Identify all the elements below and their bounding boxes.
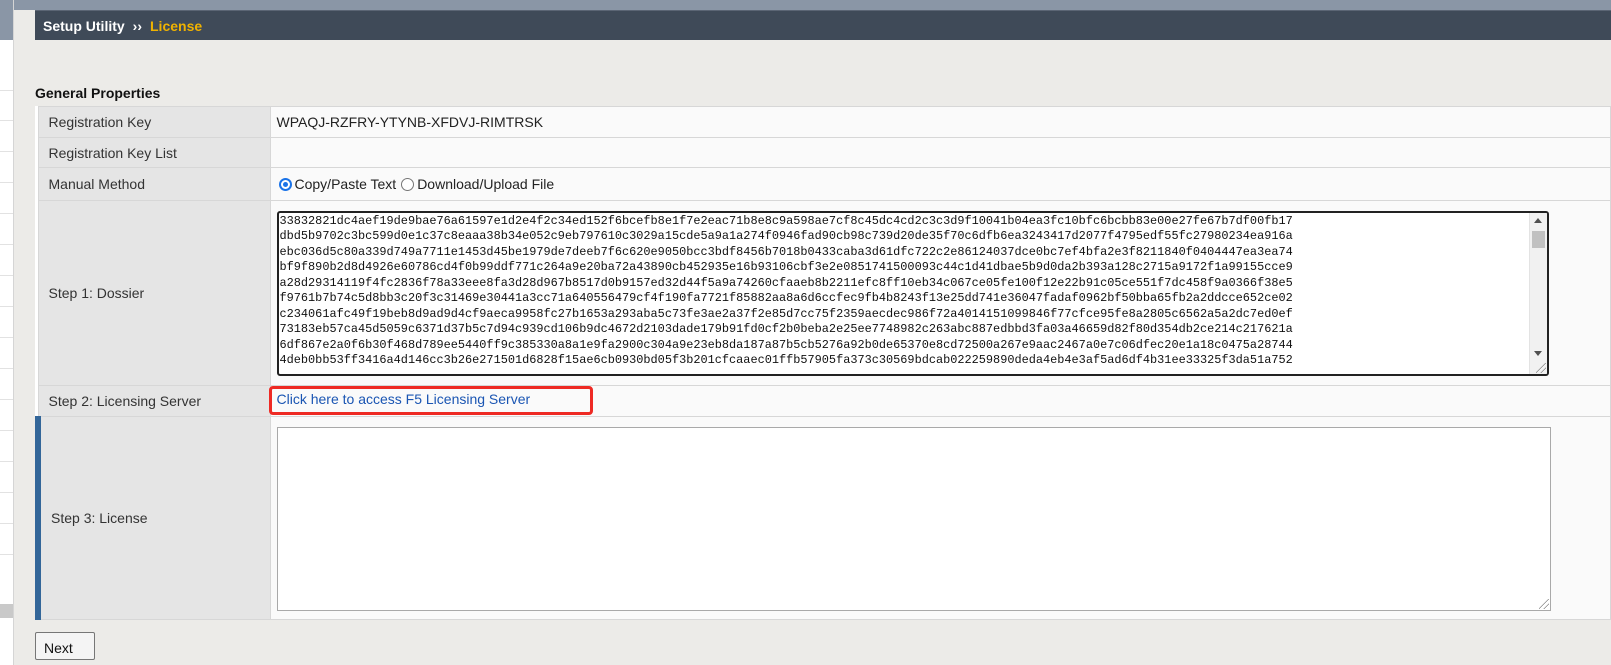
- registration-key-row: Registration Key WPAQJ-RZFRY-YTYNB-XFDVJ…: [37, 106, 1611, 138]
- dossier-label: Step 1: Dossier: [37, 200, 271, 386]
- manual-method-label: Manual Method: [37, 167, 271, 201]
- license-label: Step 3: License: [35, 416, 271, 620]
- scroll-up-icon[interactable]: [1533, 217, 1542, 223]
- dossier-scrollbar[interactable]: [1528, 212, 1547, 374]
- registration-key-list-value: [269, 137, 1611, 168]
- licensing-server-cell: Click here to access F5 Licensing Server: [268, 385, 1611, 417]
- license-textarea[interactable]: [276, 427, 1551, 611]
- license-resize-grip-icon[interactable]: [1538, 599, 1549, 609]
- license-row: Step 3: License: [35, 416, 1611, 620]
- breadcrumb-current: License: [150, 17, 203, 34]
- licensing-server-link[interactable]: Click here to access F5 Licensing Server: [277, 391, 531, 407]
- licensing-server-row: Step 2: Licensing Server Click here to a…: [37, 385, 1611, 417]
- copy-paste-radio[interactable]: [278, 177, 292, 191]
- registration-key-label: Registration Key: [37, 106, 271, 138]
- dossier-row: Step 1: Dossier 33832821dc4aef19de9bae76…: [37, 200, 1611, 386]
- dossier-text[interactable]: 33832821dc4aef19de9bae76a61597e1d2e4f2c3…: [279, 213, 1532, 374]
- registration-key-value: WPAQJ-RZFRY-YTYNB-XFDVJ-RIMTRSK: [269, 106, 1611, 138]
- licensing-server-label: Step 2: Licensing Server: [37, 385, 271, 417]
- breadcrumb-separator: ››: [132, 17, 142, 34]
- highlight-box: Click here to access F5 Licensing Server: [268, 385, 594, 415]
- dossier-cell: 33832821dc4aef19de9bae76a61597e1d2e4f2c3…: [269, 200, 1611, 386]
- download-upload-radio[interactable]: [401, 177, 415, 191]
- registration-key-list-label: Registration Key List: [37, 137, 271, 168]
- scroll-thumb[interactable]: [1531, 230, 1545, 248]
- breadcrumb: Setup Utility ›› License: [35, 10, 1611, 40]
- license-cell: [269, 416, 1611, 620]
- general-properties-table: Registration Key WPAQJ-RZFRY-YTYNB-XFDVJ…: [35, 106, 1611, 620]
- manual-method-options: Copy/Paste Text Download/Upload File: [269, 167, 1611, 201]
- next-button[interactable]: Next: [35, 632, 95, 660]
- dossier-textarea[interactable]: 33832821dc4aef19de9bae76a61597e1d2e4f2c3…: [276, 210, 1549, 376]
- registration-key-list-row: Registration Key List: [37, 137, 1611, 168]
- section-title: General Properties: [35, 85, 161, 101]
- resize-grip-icon[interactable]: [1535, 362, 1546, 373]
- left-nav-strip: [0, 0, 14, 665]
- download-upload-radio-label[interactable]: Download/Upload File: [417, 176, 554, 192]
- scroll-down-icon[interactable]: [1533, 350, 1542, 356]
- breadcrumb-parent[interactable]: Setup Utility: [43, 18, 125, 34]
- copy-paste-radio-label[interactable]: Copy/Paste Text: [295, 176, 397, 192]
- top-banner: [14, 0, 1611, 10]
- manual-method-row: Manual Method Copy/Paste Text Download/U…: [37, 167, 1611, 201]
